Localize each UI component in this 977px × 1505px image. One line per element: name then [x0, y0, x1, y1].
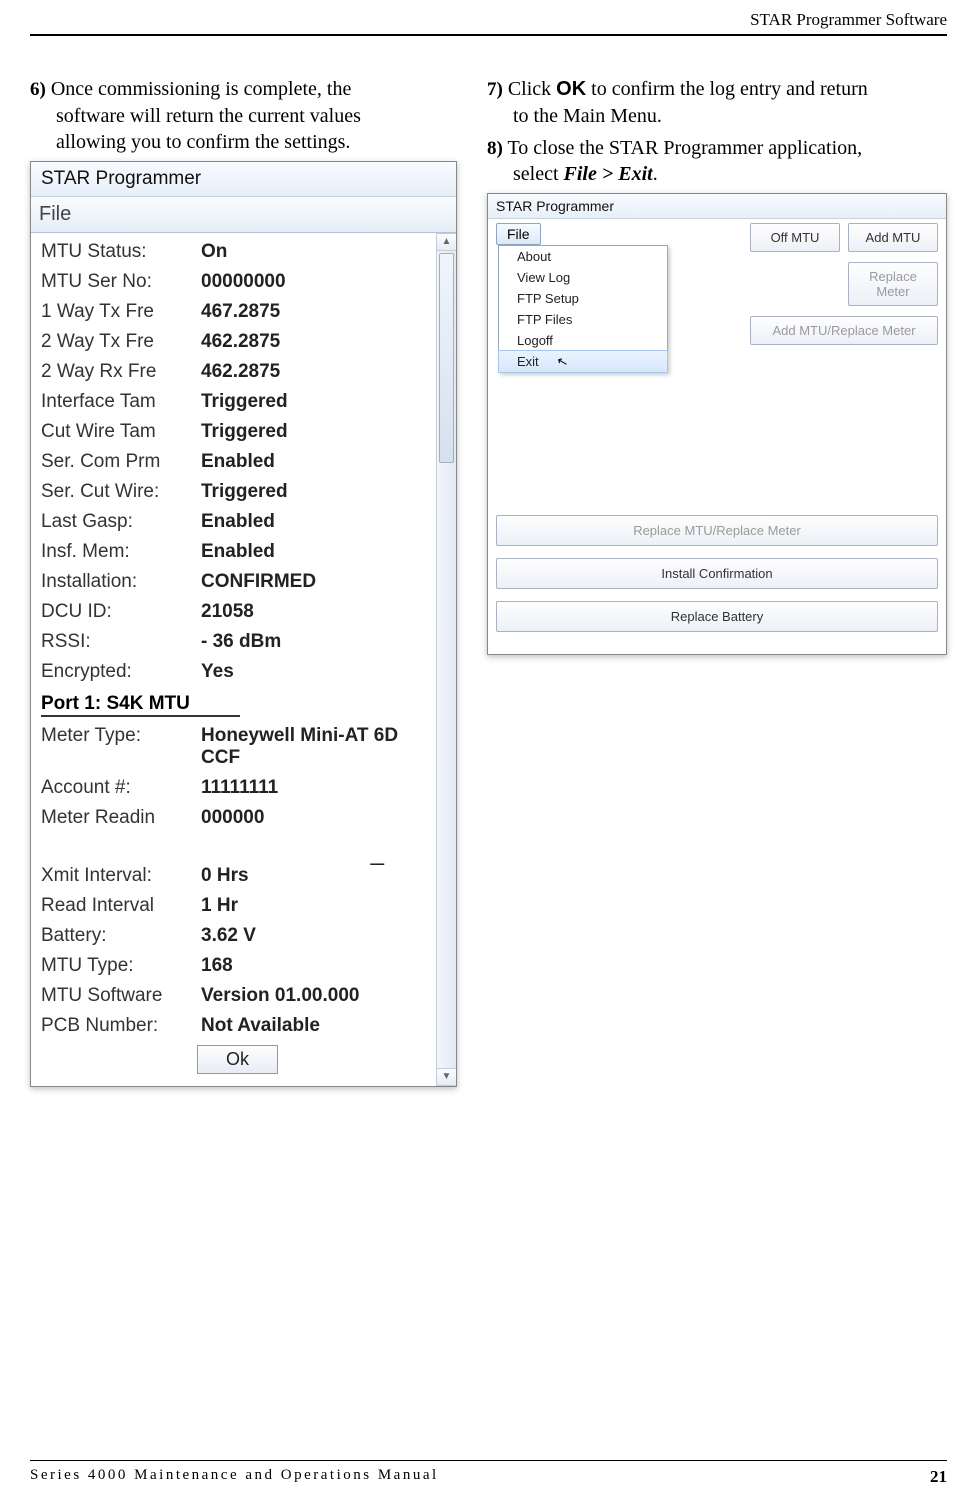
screenshot-file-exit-window: STAR Programmer File About View Log FTP …: [487, 193, 947, 655]
row-pcb-number: PCB Number:Not Available: [41, 1011, 434, 1041]
header-right: STAR Programmer Software: [750, 10, 947, 29]
port1-header: Port 1: S4K MTU: [41, 693, 240, 717]
step-6-l2: software will return the current values: [30, 103, 457, 129]
step-6: 6) Once commissioning is complete, the s…: [30, 76, 457, 155]
row-2way-rx: 2 Way Rx Fre462.2875: [41, 357, 434, 387]
page-footer: Series 4000 Maintenance and Operations M…: [30, 1460, 947, 1487]
step-7-a: Click: [508, 78, 556, 100]
step-8-num: 8): [487, 138, 503, 159]
win2-menubar-row: File About View Log FTP Setup FTP Files …: [496, 223, 938, 355]
row-dcu-id: DCU ID:21058: [41, 597, 434, 627]
cursor-icon: ↖: [555, 353, 570, 371]
row-ser-com-prm: Ser. Com PrmEnabled: [41, 447, 434, 477]
page-header: STAR Programmer Software: [30, 0, 947, 36]
step-7-l2: to the Main Menu.: [487, 103, 947, 129]
win1-scrollbar[interactable]: ▲ ▼: [436, 233, 456, 1086]
row-meter-type: Meter Type:Honeywell Mini-AT 6D CCF: [41, 721, 434, 773]
win2-lower-buttons: Replace MTU/Replace Meter Install Confir…: [496, 355, 938, 632]
win1-title: STAR Programmer: [31, 162, 456, 197]
row-interface-tam: Interface TamTriggered: [41, 387, 434, 417]
row-mtu-status: MTU Status:On: [41, 237, 434, 267]
add-mtu-replace-meter-button[interactable]: Add MTU/Replace Meter: [750, 316, 938, 345]
replace-meter-button[interactable]: Replace Meter: [848, 262, 938, 306]
win1-body: MTU Status:On MTU Ser No:00000000 1 Way …: [31, 233, 456, 1086]
install-confirmation-button[interactable]: Install Confirmation: [496, 558, 938, 589]
page-number: 21: [930, 1467, 947, 1487]
row-ser-cutwire: Ser. Cut Wire:Triggered: [41, 477, 434, 507]
win2-body: File About View Log FTP Setup FTP Files …: [488, 219, 946, 654]
replace-mtu-replace-meter-button[interactable]: Replace MTU/Replace Meter: [496, 515, 938, 546]
step-7-num: 7): [487, 79, 503, 100]
scroll-down-icon[interactable]: ▼: [437, 1068, 456, 1086]
scroll-thumb[interactable]: [439, 253, 454, 463]
right-column: 7) Click OK to confirm the log entry and…: [487, 76, 947, 1087]
row-account: Account #:11111111: [41, 773, 434, 803]
row-cutwire-tam: Cut Wire TamTriggered: [41, 417, 434, 447]
row-mtu-type: MTU Type:168: [41, 951, 434, 981]
step-8: 8) To close the STAR Programmer applicat…: [487, 135, 947, 188]
row-mtu-ser-no: MTU Ser No:00000000: [41, 267, 434, 297]
row-last-gasp: Last Gasp:Enabled: [41, 507, 434, 537]
footer-left: Series 4000 Maintenance and Operations M…: [30, 1467, 439, 1487]
screenshot-values-window: STAR Programmer File MTU Status:On MTU S…: [30, 161, 457, 1087]
step-6-l3: allowing you to confirm the settings.: [30, 129, 457, 155]
step-6-num: 6): [30, 79, 46, 100]
step-7-ok: OK: [556, 78, 586, 100]
row-1way-tx: 1 Way Tx Fre467.2875: [41, 297, 434, 327]
step-7-c: to confirm the log entry and return: [586, 78, 868, 100]
row-insf-mem: Insf. Mem:Enabled: [41, 537, 434, 567]
row-2way-tx: 2 Way Tx Fre462.2875: [41, 327, 434, 357]
row-read-interval: Read Interval1 Hr: [41, 891, 434, 921]
row-rssi: RSSI:- 36 dBm: [41, 627, 434, 657]
menu-ftp-files[interactable]: FTP Files: [499, 309, 667, 330]
win1-file-menu[interactable]: File: [39, 203, 71, 225]
scroll-track[interactable]: [437, 251, 456, 1068]
win2-file-menu[interactable]: File: [496, 223, 541, 245]
row-meter-readin: Meter Readin000000: [41, 803, 434, 833]
file-dropdown: About View Log FTP Setup FTP Files Logof…: [498, 245, 668, 373]
win1-menubar: File: [31, 197, 456, 233]
step-6-l1: Once commissioning is complete, the: [51, 78, 352, 100]
scroll-up-icon[interactable]: ▲: [437, 233, 456, 251]
step-8-a: To close the STAR Programmer application…: [507, 137, 862, 159]
menu-view-log[interactable]: View Log: [499, 267, 667, 288]
row-installation: Installation:CONFIRMED: [41, 567, 434, 597]
blank-dash-line: _: [41, 833, 434, 861]
left-column: 6) Once commissioning is complete, the s…: [30, 76, 457, 1087]
menu-logoff[interactable]: Logoff: [499, 330, 667, 351]
content-columns: 6) Once commissioning is complete, the s…: [30, 76, 947, 1087]
ok-button-wrap: Ok: [41, 1041, 434, 1080]
step-7: 7) Click OK to confirm the log entry and…: [487, 76, 947, 129]
off-mtu-button[interactable]: Off MTU: [750, 223, 840, 252]
add-mtu-button[interactable]: Add MTU: [848, 223, 938, 252]
ok-button[interactable]: Ok: [197, 1045, 278, 1074]
menu-exit[interactable]: Exit ↖: [498, 350, 668, 373]
menu-ftp-setup[interactable]: FTP Setup: [499, 288, 667, 309]
step-8-l2: select File > Exit.: [487, 161, 947, 187]
menu-about[interactable]: About: [499, 246, 667, 267]
win2-title: STAR Programmer: [488, 194, 946, 219]
replace-battery-button[interactable]: Replace Battery: [496, 601, 938, 632]
row-battery: Battery:3.62 V: [41, 921, 434, 951]
row-mtu-software: MTU SoftwareVersion 01.00.000: [41, 981, 434, 1011]
row-encrypted: Encrypted:Yes: [41, 657, 434, 687]
step-8-file-exit: File > Exit: [564, 163, 653, 185]
win1-content: MTU Status:On MTU Ser No:00000000 1 Way …: [31, 233, 436, 1086]
dash-mark: _: [371, 839, 384, 867]
